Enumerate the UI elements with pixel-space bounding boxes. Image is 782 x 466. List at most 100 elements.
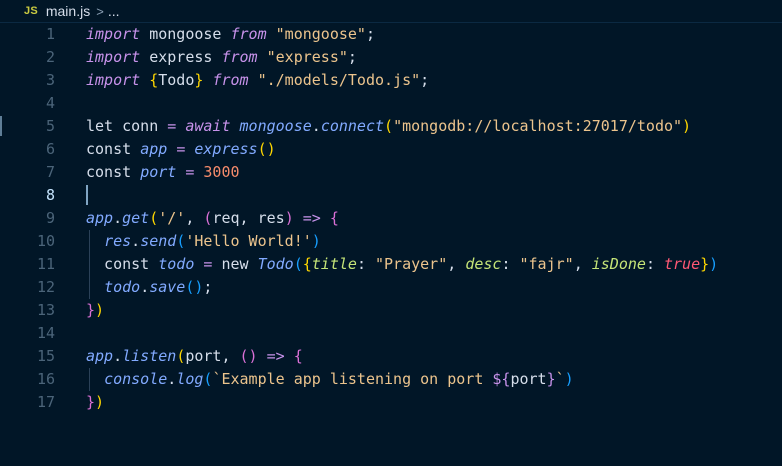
code-token: "Prayer"	[375, 255, 448, 273]
code-text: res.send('Hello World!')	[86, 230, 321, 253]
code-token: port	[510, 370, 547, 388]
code-token: send	[140, 232, 177, 250]
code-token: 3000	[203, 163, 240, 181]
code-token: )	[284, 209, 294, 227]
breadcrumb-symbol[interactable]: ...	[108, 3, 120, 19]
code-line[interactable]: 3 import {Todo} from "./models/Todo.js";	[0, 69, 782, 92]
code-token: :	[645, 255, 664, 273]
code-editor[interactable]: 1 import mongoose from "mongoose"; 2 import…	[0, 23, 782, 466]
code-token: console	[104, 370, 168, 388]
code-token: Todo	[257, 255, 294, 273]
code-line[interactable]: 11 const todo = new Todo({title: "Prayer…	[0, 253, 782, 276]
line-number: 4	[45, 94, 55, 112]
line-number: 3	[45, 71, 55, 89]
code-line[interactable]: 4	[0, 92, 782, 115]
code-token: {	[149, 71, 159, 89]
breadcrumb: JS main.js > ...	[0, 0, 782, 22]
line-number: 1	[45, 25, 55, 43]
code-token: import	[86, 71, 141, 89]
code-token: port,	[185, 347, 240, 365]
line-number: 11	[36, 255, 55, 273]
code-line[interactable]: 6 const app = express()	[0, 138, 782, 161]
code-token: `	[555, 370, 565, 388]
code-token: {	[329, 209, 339, 227]
code-token: from	[212, 71, 249, 89]
code-line[interactable]: 1 import mongoose from "mongoose";	[0, 23, 782, 46]
line-number: 17	[36, 393, 55, 411]
code-token: (	[176, 232, 186, 250]
code-line[interactable]: 9 app.get('/', (req, res) => {	[0, 207, 782, 230]
chevron-right-icon: >	[96, 3, 104, 19]
code-token: )	[682, 117, 692, 135]
code-token: req, res	[212, 209, 285, 227]
code-line[interactable]: 5 let conn = await mongoose.connect("mong…	[0, 115, 782, 138]
code-text: console.log(`Example app listening on po…	[86, 368, 574, 391]
code-token: let conn	[86, 117, 168, 135]
code-token: ;	[347, 48, 357, 66]
code-token: ;	[420, 71, 430, 89]
code-token: )	[709, 255, 719, 273]
code-text: import {Todo} from "./models/Todo.js";	[86, 69, 429, 92]
code-token: "express"	[266, 48, 348, 66]
code-token: new	[212, 255, 258, 273]
code-token: .	[167, 370, 177, 388]
code-text: app.listen(port, () => {	[86, 345, 303, 368]
code-token: listen	[122, 347, 177, 365]
code-line[interactable]: 7 const port = 3000	[0, 161, 782, 184]
code-token: ()	[239, 347, 258, 365]
code-token: ()	[185, 278, 204, 296]
code-token: await	[185, 117, 231, 135]
code-token: app	[86, 209, 114, 227]
code-token: (	[176, 347, 186, 365]
code-token: ()	[257, 140, 276, 158]
code-token: const	[86, 163, 141, 181]
code-line[interactable]: 13})	[0, 299, 782, 322]
code-token: import	[86, 25, 141, 43]
code-text: app.get('/', (req, res) => {	[86, 207, 339, 230]
code-token: title	[311, 255, 357, 273]
code-text: let conn = await mongoose.connect("mongo…	[86, 115, 691, 138]
code-token: .	[131, 232, 141, 250]
code-token: port	[140, 163, 177, 181]
code-token: ${	[492, 370, 511, 388]
line-number: 6	[45, 140, 55, 158]
code-token: .	[113, 209, 123, 227]
code-line[interactable]: 16 console.log(`Example app listening on…	[0, 368, 782, 391]
code-token: ,	[447, 255, 466, 273]
code-line[interactable]: 17})	[0, 391, 782, 414]
line-number: 9	[45, 209, 55, 227]
code-line[interactable]: 2 import express from "express";	[0, 46, 782, 69]
code-token: {	[302, 255, 312, 273]
code-token: }	[700, 255, 710, 273]
code-line[interactable]: 8	[0, 184, 782, 207]
line-number: 2	[45, 48, 55, 66]
code-line[interactable]: 12 todo.save();	[0, 276, 782, 299]
code-token: todo	[104, 278, 141, 296]
code-text: const port = 3000	[86, 161, 240, 184]
code-text: })	[86, 299, 104, 322]
code-text: todo.save();	[86, 276, 212, 299]
code-token: app	[86, 347, 114, 365]
code-line[interactable]: 14	[0, 322, 782, 345]
code-line[interactable]: 15 app.listen(port, () => {	[0, 345, 782, 368]
code-token: (	[384, 117, 394, 135]
code-line[interactable]: 10 res.send('Hello World!')	[0, 230, 782, 253]
code-text: import mongoose from "mongoose";	[86, 23, 375, 46]
code-token: )	[564, 370, 574, 388]
code-token: "mongodb://localhost:27017/todo"	[393, 117, 683, 135]
code-token: app	[140, 140, 168, 158]
code-token: (	[149, 209, 159, 227]
code-token: (	[293, 255, 303, 273]
code-text: import express from "express";	[86, 46, 357, 69]
breadcrumb-file[interactable]: main.js	[46, 3, 90, 19]
